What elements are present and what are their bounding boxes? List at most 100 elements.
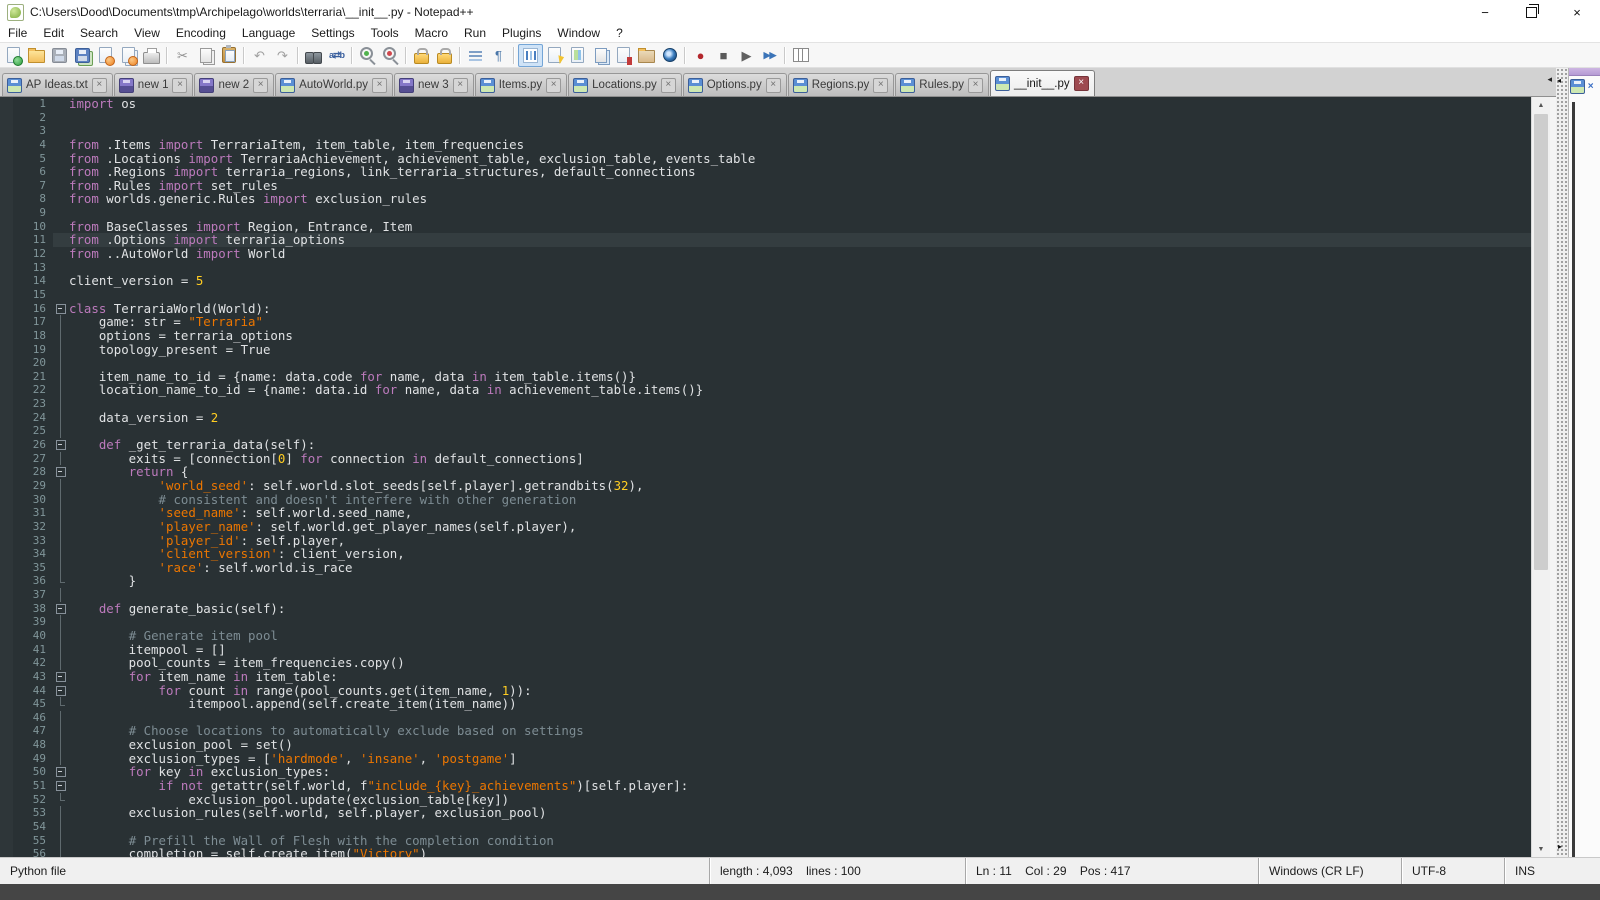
- close-button[interactable]: ×: [1554, 0, 1600, 24]
- function-completion-button[interactable]: [612, 45, 635, 66]
- folder-as-workspace-button[interactable]: [635, 45, 658, 66]
- show-all-characters-button[interactable]: ¶: [487, 45, 510, 66]
- fold-collapse-icon[interactable]: [53, 779, 69, 793]
- tab-close-icon[interactable]: ×: [92, 78, 107, 93]
- zoom-out-button[interactable]: [379, 45, 402, 66]
- find-button[interactable]: [302, 45, 325, 66]
- word-wrap-button[interactable]: [464, 45, 487, 66]
- tab-options-py[interactable]: Options.py×: [683, 73, 787, 96]
- fold-collapse-icon[interactable]: [53, 684, 69, 698]
- menu-item-macro[interactable]: Macro: [407, 25, 456, 41]
- line-number: 42: [13, 656, 53, 670]
- scrollbar-thumb[interactable]: [1534, 114, 1548, 570]
- macro-stop-button[interactable]: ■: [712, 45, 735, 66]
- sync-vertical-scroll-button[interactable]: [410, 45, 433, 66]
- fold-collapse-icon[interactable]: [53, 670, 69, 684]
- menu-item-window[interactable]: Window: [549, 25, 608, 41]
- code-line: 34 'client_version': client_version,: [0, 547, 1531, 561]
- tab-close-icon[interactable]: ×: [968, 78, 983, 93]
- line-number: 54: [13, 820, 53, 834]
- line-number: 7: [13, 179, 53, 193]
- file-monitoring-button[interactable]: [658, 45, 681, 66]
- tab-rules-py[interactable]: Rules.py ×: [895, 73, 989, 96]
- macro-play-button[interactable]: ▶: [735, 45, 758, 66]
- menu-item-tools[interactable]: Tools: [363, 25, 407, 41]
- tab-close-icon[interactable]: ×: [766, 78, 781, 93]
- menu-item-plugins[interactable]: Plugins: [494, 25, 549, 41]
- fold-collapse-icon[interactable]: [53, 765, 69, 779]
- tab-regions-py[interactable]: Regions.py×: [788, 73, 895, 96]
- menu-item-edit[interactable]: Edit: [35, 25, 72, 41]
- new-file-icon: [7, 47, 20, 63]
- menu-item-help[interactable]: ?: [608, 25, 631, 41]
- indent-guide-button[interactable]: [518, 44, 543, 67]
- sync-horizontal-scroll-button[interactable]: [433, 45, 456, 66]
- tab-close-icon[interactable]: ×: [661, 78, 676, 93]
- tab-close-icon[interactable]: ×: [453, 78, 468, 93]
- zoom-in-button[interactable]: [356, 45, 379, 66]
- code-text: exclusion_pool.update(exclusion_table[ke…: [69, 793, 1531, 807]
- tab-close-icon[interactable]: ×: [873, 78, 888, 93]
- view-splitter[interactable]: ◂ ▸: [1556, 68, 1568, 857]
- code-editor[interactable]: 1import os234from .Items import Terraria…: [0, 97, 1531, 857]
- scroll-up-icon[interactable]: ▲: [1532, 97, 1550, 113]
- menu-item-settings[interactable]: Settings: [303, 25, 362, 41]
- redo-button[interactable]: ↷: [271, 45, 294, 66]
- tab-autoworld-py[interactable]: AutoWorld.py×: [275, 73, 393, 96]
- document-panel-button[interactable]: [789, 45, 812, 66]
- tab-new-2[interactable]: new 2×: [194, 73, 274, 96]
- save-all-button[interactable]: [71, 45, 94, 66]
- fold-collapse-icon[interactable]: [53, 602, 69, 616]
- save-file-button[interactable]: [48, 45, 71, 66]
- tab-items-py[interactable]: Items.py×: [475, 73, 567, 96]
- secondary-view-close-icon[interactable]: ×: [1588, 82, 1594, 92]
- open-file-button[interactable]: [25, 45, 48, 66]
- fold-collapse-icon[interactable]: [53, 438, 69, 452]
- document-list-button[interactable]: [589, 45, 612, 66]
- print-button[interactable]: [140, 45, 163, 66]
- menu-item-run[interactable]: Run: [456, 25, 494, 41]
- menu-item-file[interactable]: File: [0, 25, 35, 41]
- minimize-button[interactable]: −: [1462, 0, 1508, 24]
- menu-item-encoding[interactable]: Encoding: [168, 25, 234, 41]
- bookmark-margin: [0, 684, 13, 698]
- tab-close-icon[interactable]: ×: [172, 78, 187, 93]
- file-unsaved-icon: [199, 78, 214, 93]
- tab-ap-ideas-txt[interactable]: AP Ideas.txt×: [2, 73, 113, 96]
- undo-button[interactable]: ↶: [248, 45, 271, 66]
- cut-button[interactable]: ✂: [171, 45, 194, 66]
- tab-close-icon[interactable]: ×: [546, 78, 561, 93]
- menu-item-language[interactable]: Language: [234, 25, 303, 41]
- tab-new-1[interactable]: new 1×: [114, 73, 194, 96]
- copy-button[interactable]: [194, 45, 217, 66]
- paste-button[interactable]: [217, 45, 240, 66]
- tab-scroll-left-icon[interactable]: ◂: [1547, 74, 1552, 85]
- macro-record-button[interactable]: ●: [689, 45, 712, 66]
- splitter-collapse-right-icon[interactable]: ▸: [1558, 842, 1562, 851]
- document-map-button[interactable]: [566, 45, 589, 66]
- code-text: game: str = "Terraria": [69, 315, 1531, 329]
- fold-collapse-icon[interactable]: [53, 465, 69, 479]
- new-file-button[interactable]: [2, 45, 25, 66]
- scroll-down-icon[interactable]: ▼: [1532, 841, 1550, 857]
- tab-new-3[interactable]: new 3×: [394, 73, 474, 96]
- close-file-button[interactable]: [94, 45, 117, 66]
- menu-item-search[interactable]: Search: [72, 25, 126, 41]
- tab-__init__-py[interactable]: __init__.py×: [990, 70, 1095, 96]
- fold-collapse-icon[interactable]: [53, 302, 69, 316]
- splitter-collapse-left-icon[interactable]: ◂: [1557, 76, 1561, 85]
- tab-locations-py[interactable]: Locations.py×: [568, 73, 682, 96]
- close-all-button[interactable]: [117, 45, 140, 66]
- code-line: 56 completion = self.create_item("Victor…: [0, 847, 1531, 857]
- restore-button[interactable]: [1508, 0, 1554, 24]
- menu-item-view[interactable]: View: [126, 25, 168, 41]
- tab-close-icon[interactable]: ×: [372, 78, 387, 93]
- vertical-scrollbar[interactable]: ▲ ▼: [1531, 97, 1550, 857]
- tab-close-icon[interactable]: ×: [1074, 76, 1089, 91]
- tab-close-icon[interactable]: ×: [253, 78, 268, 93]
- macro-run-multiple-button[interactable]: ▶▶: [758, 45, 781, 66]
- replace-button[interactable]: a⇄b: [325, 45, 348, 66]
- tab-label: Rules.py: [919, 79, 964, 91]
- status-doc-type: Python file: [0, 858, 709, 884]
- function-list-button[interactable]: [543, 45, 566, 66]
